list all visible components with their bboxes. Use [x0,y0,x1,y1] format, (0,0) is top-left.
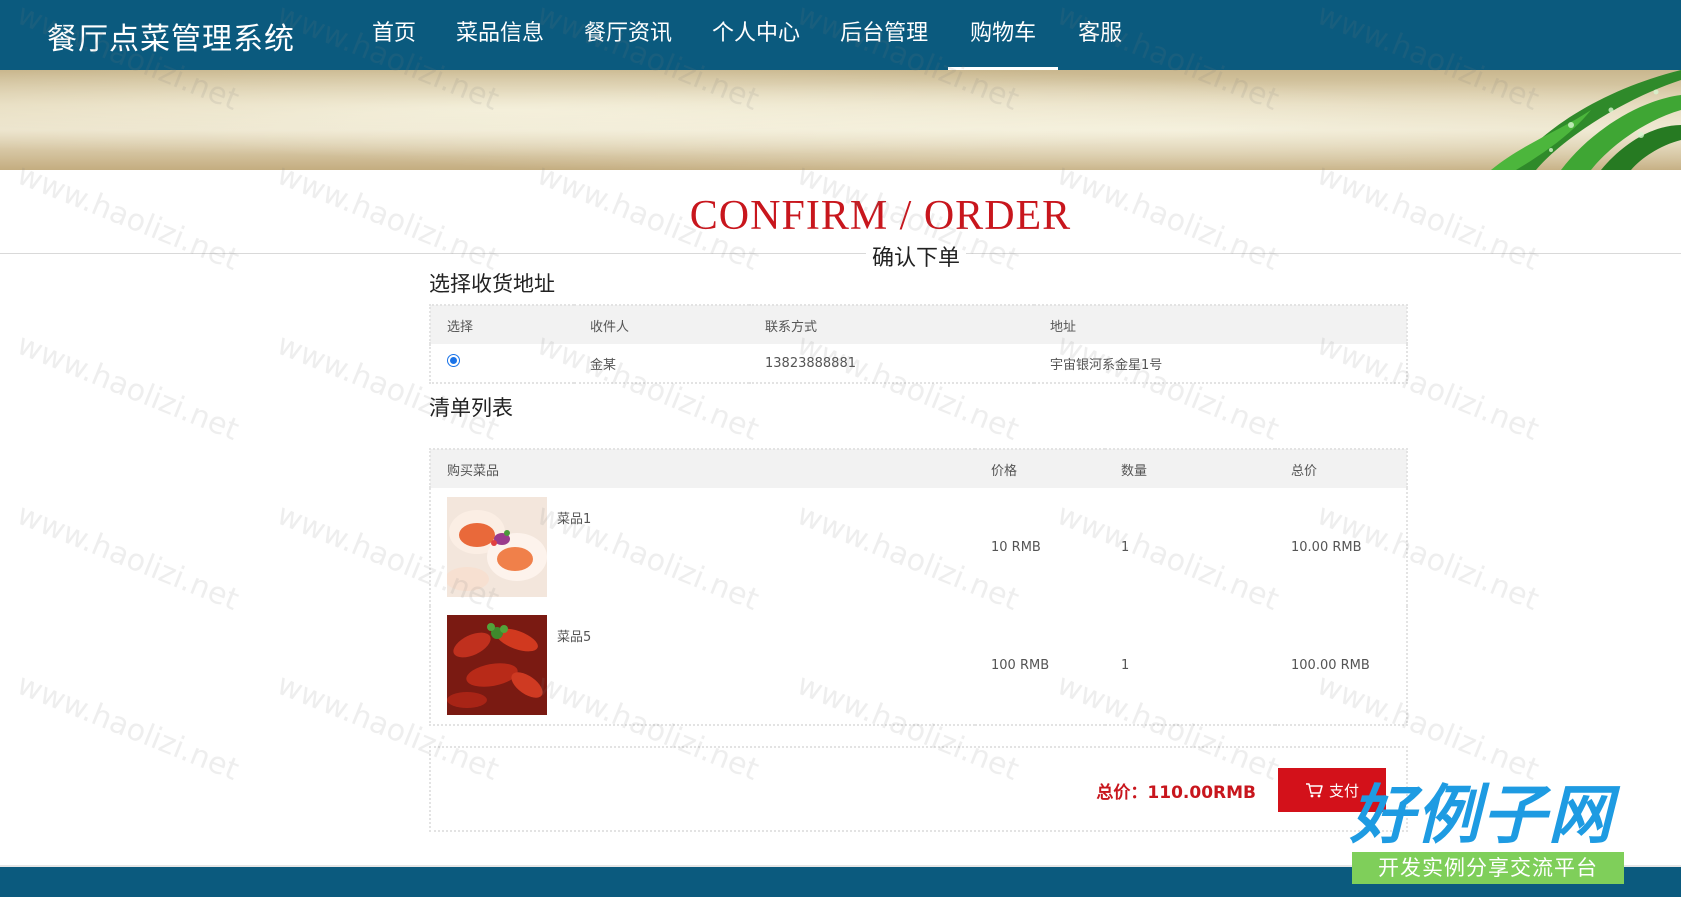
dish-name[interactable]: 菜品1 [557,508,591,527]
top-navbar: 餐厅点菜管理系统 首页 菜品信息 餐厅资讯 个人中心 后台管理 购物车 客服 [0,0,1681,70]
address-row[interactable]: 金某 13823888881 宇宙银河系金星1号 [430,344,1407,383]
recipient-name: 金某 [590,357,617,373]
page-title-en: CONFIRM / ORDER [689,193,1072,239]
order-summary: 总价：110.00RMB 支付 [429,746,1408,832]
recipient-phone: 13823888881 [765,355,856,371]
order-content: 选择收货地址 选择 收件人 联系方式 地址 金某 13823888881 宇宙银… [429,268,1408,832]
nav-item-dishes[interactable]: 菜品信息 [436,0,564,70]
nav-item-cart[interactable]: 购物车 [948,0,1059,70]
column-header: 购买菜品 [430,449,975,488]
watermark-text: www.haolizi.net [12,497,244,618]
nav-item-home[interactable]: 首页 [352,0,436,70]
dish-price: 10 RMB [991,539,1041,555]
nav-item-news[interactable]: 餐厅资讯 [564,0,692,70]
watermark-text: www.haolizi.net [12,327,244,448]
dish-name[interactable]: 菜品5 [557,626,591,645]
order-list-title: 清单列表 [429,396,513,420]
cart-icon [1305,783,1323,798]
header-banner [0,70,1681,170]
watermark-text: www.haolizi.net [12,667,244,788]
address-table: 选择 收件人 联系方式 地址 金某 13823888881 宇宙银河系金星1号 [429,304,1408,384]
dish-price: 100 RMB [991,657,1050,673]
scallop-dish-photo[interactable] [447,497,547,597]
main-nav: 首页 菜品信息 餐厅资讯 个人中心 后台管理 购物车 客服 [352,0,1142,70]
site-brand[interactable]: 餐厅点菜管理系统 [47,14,295,58]
order-header-row: 购买菜品 价格 数量 总价 [430,449,1407,488]
crayfish-dish-photo[interactable] [447,615,547,715]
title-divider [0,253,1681,254]
column-header: 联系方式 [749,305,1034,344]
address-section-title: 选择收货地址 [429,272,555,296]
page-title-block: CONFIRM / ORDER 确认下单 [0,170,1681,272]
order-item-row: 菜品1 10 RMB 1 10.00 RMB [430,488,1407,606]
page: 餐厅点菜管理系统 首页 菜品信息 餐厅资讯 个人中心 后台管理 购物车 客服 C… [0,0,1681,897]
nav-item-profile[interactable]: 个人中心 [692,0,820,70]
column-header: 数量 [1105,449,1275,488]
column-header: 选择 [430,305,574,344]
site-logo: 好例子网 开发实例分享交流平台 [1350,778,1625,888]
column-header: 收件人 [574,305,749,344]
dish-subtotal: 10.00 RMB [1291,539,1362,555]
address-header-row: 选择 收件人 联系方式 地址 [430,305,1407,344]
nav-item-service[interactable]: 客服 [1058,0,1142,70]
logo-subtitle: 开发实例分享交流平台 [1352,852,1624,884]
dish-quantity: 1 [1121,539,1130,555]
dish-subtotal: 100.00 RMB [1291,657,1370,673]
logo-title: 好例子网 [1350,779,1614,853]
dish-quantity: 1 [1121,657,1130,673]
order-item-row: 菜品5 100 RMB 1 100.00 RMB [430,606,1407,725]
recipient-address: 宇宙银河系金星1号 [1050,357,1163,373]
column-header: 总价 [1275,449,1407,488]
order-total: 总价：110.00RMB [1096,783,1256,803]
address-select-radio[interactable] [447,353,460,367]
order-items-table: 购买菜品 价格 数量 总价 菜品1 10 RMB 1 10.00 RMB 菜品5… [429,448,1408,726]
bamboo-leaf-icon [1491,70,1681,170]
column-header: 地址 [1034,305,1407,344]
column-header: 价格 [975,449,1105,488]
nav-item-admin[interactable]: 后台管理 [820,0,948,70]
